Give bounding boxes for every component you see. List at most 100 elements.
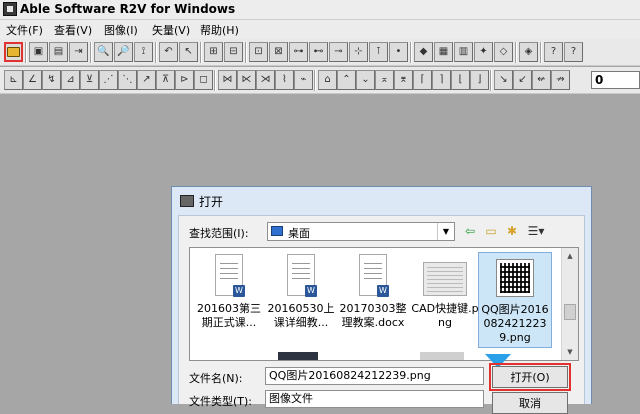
word-doc-icon: W: [287, 254, 317, 297]
dialog-body: 查找范围(I): 桌面 ▼ ⇦ ▭ ✱ ☰▾ W 201603第三期正式课...…: [178, 215, 585, 414]
line-end-icon[interactable]: ⊹: [349, 42, 368, 62]
filename-input[interactable]: QQ图片20160824212239.png: [265, 367, 484, 385]
vector-tool-icon[interactable]: ⋉: [237, 70, 256, 90]
scroll-down-icon[interactable]: ▼: [562, 344, 578, 360]
file-name: QQ图片20160824212239.png: [481, 303, 549, 344]
vector-tool-icon[interactable]: ⌅: [375, 70, 394, 90]
diamond-icon[interactable]: ◆: [414, 42, 433, 62]
vector-tool-icon[interactable]: ⌉: [432, 70, 451, 90]
vector-tool-icon[interactable]: ↙: [513, 70, 532, 90]
look-in-value: 桌面: [288, 227, 310, 240]
vector-tool-icon[interactable]: ⌊: [451, 70, 470, 90]
menu-file[interactable]: 文件(F): [6, 22, 43, 38]
zoom-out-icon[interactable]: 🔎: [114, 42, 133, 62]
vector-tool-icon[interactable]: ⊳: [175, 70, 194, 90]
vector-b-icon[interactable]: ◈: [519, 42, 538, 62]
vector-tool-icon[interactable]: ↛: [551, 70, 570, 90]
file-item[interactable]: W 201603第三期正式课...: [194, 252, 264, 348]
chevron-down-icon[interactable]: ▼: [437, 223, 454, 240]
vector-tool-icon[interactable]: ⋈: [218, 70, 237, 90]
vector-tool-icon[interactable]: ↚: [532, 70, 551, 90]
app-icon: [3, 2, 17, 16]
new-folder-icon[interactable]: ✱: [504, 223, 520, 239]
save-as-icon[interactable]: ▤: [49, 42, 68, 62]
vector-tool-icon[interactable]: ⌄: [356, 70, 375, 90]
file-item-selected[interactable]: QQ图片20160824212239.png: [478, 252, 552, 348]
vector-tool-icon[interactable]: ⋱: [118, 70, 137, 90]
file-name: CAD快捷键.png: [411, 302, 479, 329]
about-icon[interactable]: ?: [564, 42, 583, 62]
node-link-icon[interactable]: ⊶: [289, 42, 308, 62]
view-menu-icon[interactable]: ☰▾: [525, 223, 547, 239]
line-node-icon[interactable]: ⊺: [369, 42, 388, 62]
main-toolbar: ▣ ▤ ⇥ 🔍 🔎 ⟟ ↶ ↖ ⊞ ⊟ ⊡ ⊠ ⊶ ⊷ ⊸ ⊹ ⊺ • ◆ ▦ ▥ ✦ ◇ ◈??: [0, 39, 640, 66]
crop-icon[interactable]: ⟟: [134, 42, 153, 62]
vector-tool-icon[interactable]: ↯: [42, 70, 61, 90]
export-icon[interactable]: ⇥: [69, 42, 88, 62]
open-icon[interactable]: [4, 42, 23, 62]
file-list[interactable]: W 201603第三期正式课... W 20160530上课详细教... W 2…: [189, 247, 579, 361]
menu-image[interactable]: 图像(I): [104, 22, 138, 38]
raster-icon[interactable]: ⊟: [224, 42, 243, 62]
vector-tool-icon[interactable]: ⌁: [294, 70, 313, 90]
image-file-icon: [423, 262, 467, 296]
vector-tool-icon[interactable]: ⌈: [413, 70, 432, 90]
pointer-icon[interactable]: ↖: [179, 42, 198, 62]
filetype-select[interactable]: 图像文件: [265, 390, 484, 408]
scroll-thumb[interactable]: [564, 304, 576, 320]
vector-a-icon[interactable]: ◇: [494, 42, 513, 62]
toolbar-separator: [214, 70, 216, 91]
up-folder-icon[interactable]: ▭: [483, 223, 499, 239]
help-icon[interactable]: ?: [544, 42, 563, 62]
node-center-icon[interactable]: ⊷: [309, 42, 328, 62]
file-item[interactable]: CAD快捷键.png: [410, 252, 480, 348]
zoom-in-icon[interactable]: 🔍: [94, 42, 113, 62]
star-icon[interactable]: ✦: [474, 42, 493, 62]
undo-icon[interactable]: ↶: [159, 42, 178, 62]
file-item[interactable]: W 20160530上课详细教...: [266, 252, 336, 348]
back-icon[interactable]: ⇦: [462, 223, 478, 239]
grid-a-icon[interactable]: ▦: [434, 42, 453, 62]
folder-open-icon: [7, 47, 20, 57]
vector-tool-icon[interactable]: ⌃: [337, 70, 356, 90]
node-end-icon[interactable]: ⊸: [329, 42, 348, 62]
vector-tool-icon[interactable]: ⊿: [61, 70, 80, 90]
filename-label: 文件名(N):: [189, 372, 243, 385]
coordinate-field[interactable]: 0: [591, 71, 640, 89]
cancel-button[interactable]: 取消: [492, 392, 568, 414]
vector-tool-icon[interactable]: ⌇: [275, 70, 294, 90]
menu-vector[interactable]: 矢量(V): [152, 22, 190, 38]
file-item[interactable]: W 20170303整理教案.docx: [338, 252, 408, 348]
filetype-label: 文件类型(T):: [189, 395, 253, 408]
vector-tool-icon[interactable]: ↘: [494, 70, 513, 90]
vector-tool-icon[interactable]: ⌋: [470, 70, 489, 90]
vector-tool-icon[interactable]: ⊾: [4, 70, 23, 90]
file-thumbnail: [420, 352, 464, 360]
file-list-scrollbar[interactable]: ▲ ▼: [561, 248, 578, 360]
frame-expand-icon[interactable]: ⊠: [269, 42, 288, 62]
vector-tool-icon[interactable]: ⌆: [394, 70, 413, 90]
point-icon[interactable]: •: [389, 42, 408, 62]
open-button[interactable]: 打开(O): [492, 366, 568, 388]
file-name: 20170303整理教案.docx: [339, 302, 407, 329]
vector-tool-icon[interactable]: ◻: [194, 70, 213, 90]
toolbar-separator: [314, 70, 316, 91]
dialog-app-icon: [180, 195, 194, 207]
vector-tool-icon[interactable]: ↗: [137, 70, 156, 90]
frame-icon[interactable]: ⊡: [249, 42, 268, 62]
vector-tool-icon[interactable]: ⋰: [99, 70, 118, 90]
look-in-select[interactable]: 桌面 ▼: [267, 222, 455, 241]
scroll-up-icon[interactable]: ▲: [562, 248, 578, 264]
desktop-icon: [271, 226, 283, 236]
menu-help[interactable]: 帮助(H): [200, 22, 239, 38]
grid-b-icon[interactable]: ▥: [454, 42, 473, 62]
vector-tool-icon[interactable]: ⊻: [80, 70, 99, 90]
vector-tool-icon[interactable]: ⊼: [156, 70, 175, 90]
save-icon[interactable]: ▣: [29, 42, 48, 62]
vector-tool-icon[interactable]: ⋊: [256, 70, 275, 90]
vector-tool-icon[interactable]: ∠: [23, 70, 42, 90]
fit-icon[interactable]: ⊞: [204, 42, 223, 62]
vector-tool-icon[interactable]: ⌂: [318, 70, 337, 90]
toolbar-separator: [410, 42, 412, 63]
menu-view[interactable]: 查看(V): [54, 22, 92, 38]
